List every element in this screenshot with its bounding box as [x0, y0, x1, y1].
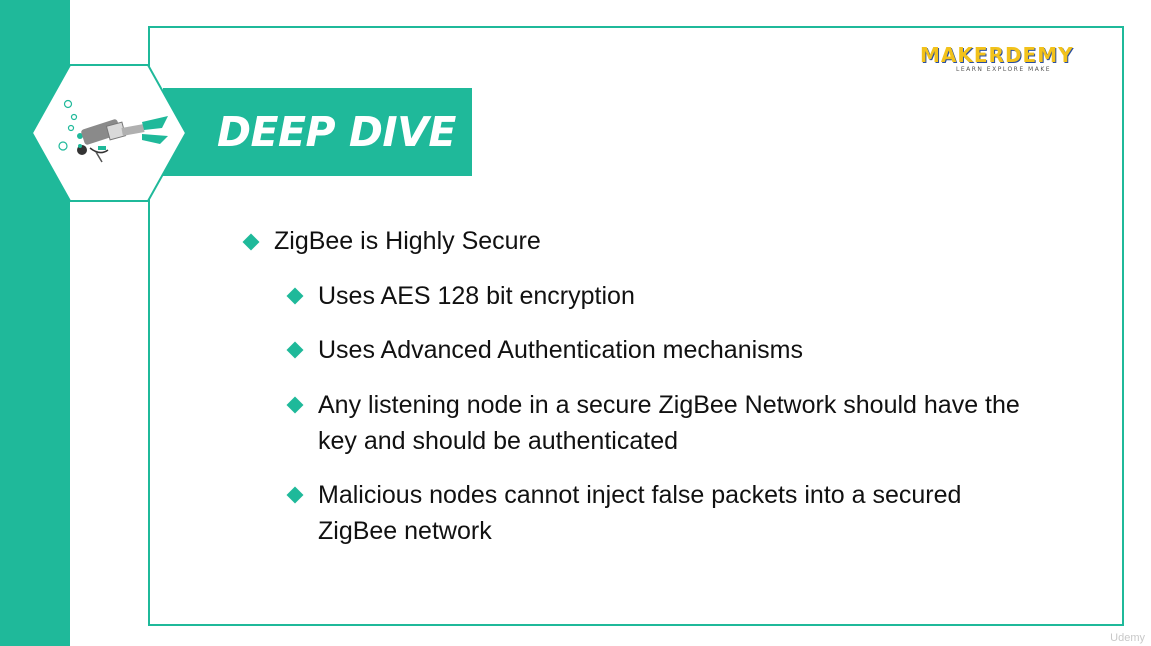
bullet-item-3: Uses Advanced Authentication mechanisms [318, 332, 803, 368]
bullet-item-2: Uses AES 128 bit encryption [318, 278, 635, 314]
diamond-bullet-icon [242, 233, 260, 251]
bullet-text: Uses Advanced Authentication mechanisms [318, 336, 803, 364]
diamond-bullet-icon [286, 341, 304, 359]
bullet-list: ZigBee is Highly Secure Uses AES 128 bit… [0, 0, 1151, 646]
bullet-text-line: ZigBee network [318, 517, 492, 545]
bullet-item-5: Malicious nodes cannot inject false pack… [318, 477, 961, 549]
bullet-item-1: ZigBee is Highly Secure [274, 223, 541, 259]
bullet-text: Uses AES 128 bit encryption [318, 282, 635, 310]
diamond-bullet-icon [286, 287, 304, 305]
bullet-text-line: Any listening node in a secure ZigBee Ne… [318, 391, 1020, 419]
bullet-text-line: Malicious nodes cannot inject false pack… [318, 481, 962, 509]
bullet-item-4: Any listening node in a secure ZigBee Ne… [318, 387, 1020, 459]
slide: DEEP DIVE MAKERDEMY LEARN EXPLORE MAKE Z… [0, 0, 1151, 646]
diamond-bullet-icon [286, 396, 304, 414]
bullet-text-line: key and should be authenticated [318, 427, 678, 455]
diamond-bullet-icon [286, 486, 304, 504]
udemy-watermark: Udemy [1110, 632, 1145, 644]
bullet-text: ZigBee is Highly Secure [274, 227, 541, 255]
